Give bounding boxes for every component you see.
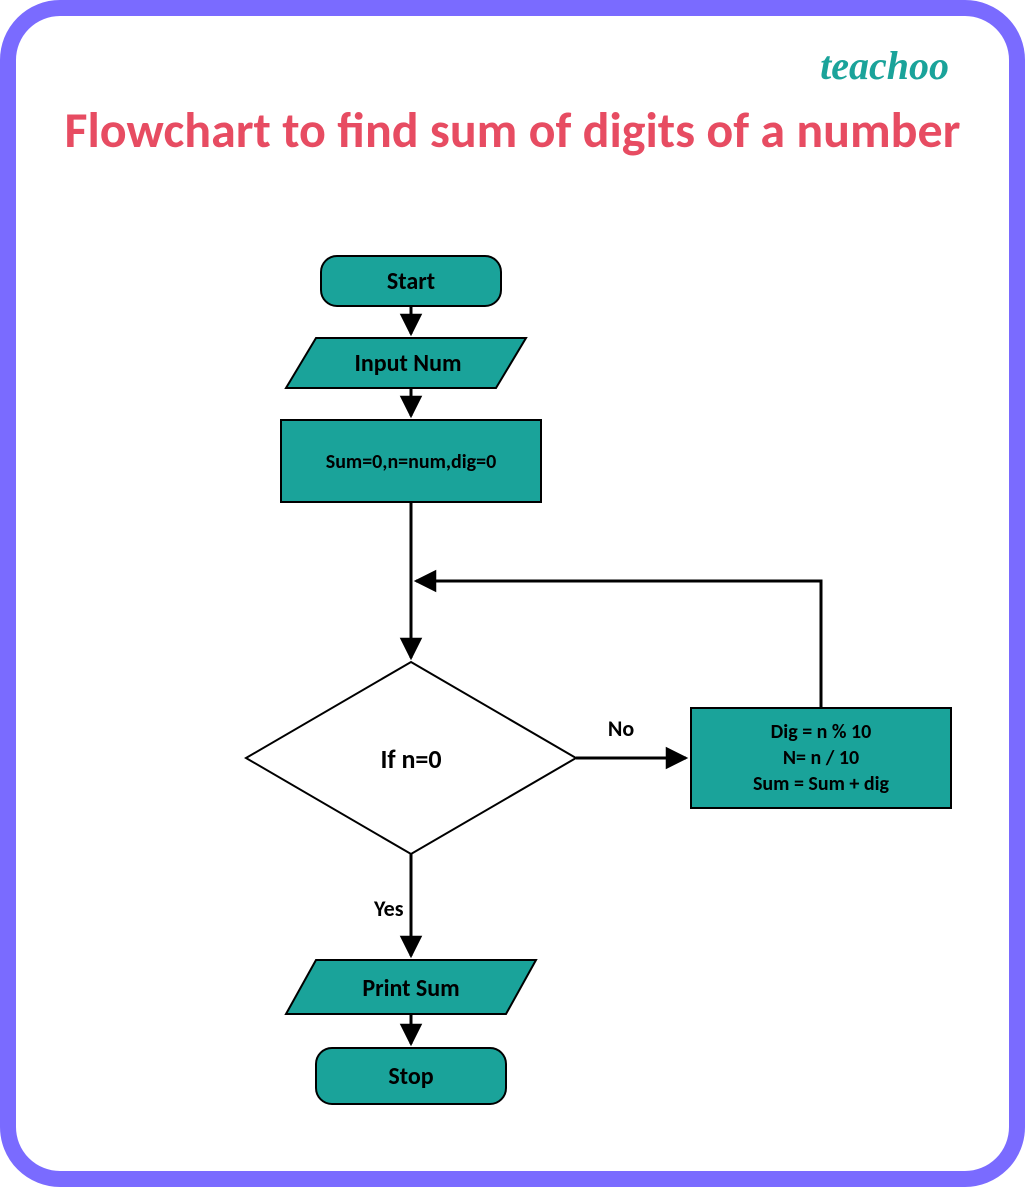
node-decision: If n=0 [246,662,576,854]
svg-text:Sum=0,n=num,dig=0: Sum=0,n=num,dig=0 [326,450,497,474]
svg-text:Start: Start [387,267,435,296]
flowchart-canvas: Start Input Num Sum=0,n=num,dig=0 If n=0… [16,16,1009,1171]
node-output: Print Sum [286,960,536,1014]
node-input: Input Num [286,338,526,388]
node-start: Start [321,256,501,306]
page-frame: teachoo Flowchart to find sum of digits … [0,0,1025,1187]
node-loop-body: Dig = n % 10 N= n / 10 Sum = Sum + dig [691,708,951,808]
svg-text:If n=0: If n=0 [380,743,441,775]
svg-text:Input Num: Input Num [355,349,462,378]
node-init: Sum=0,n=num,dig=0 [281,420,541,502]
edge-label-no: No [608,715,634,742]
svg-text:Stop: Stop [388,1062,433,1091]
edge-label-yes: Yes [373,895,404,922]
arrow-loop-back [416,581,821,708]
svg-text:Dig = n % 10: Dig = n % 10 [771,720,872,744]
svg-text:Print Sum: Print Sum [362,974,459,1003]
node-stop: Stop [316,1048,506,1104]
svg-text:N= n / 10: N= n / 10 [783,746,859,770]
svg-text:Sum = Sum + dig: Sum = Sum + dig [753,772,890,796]
